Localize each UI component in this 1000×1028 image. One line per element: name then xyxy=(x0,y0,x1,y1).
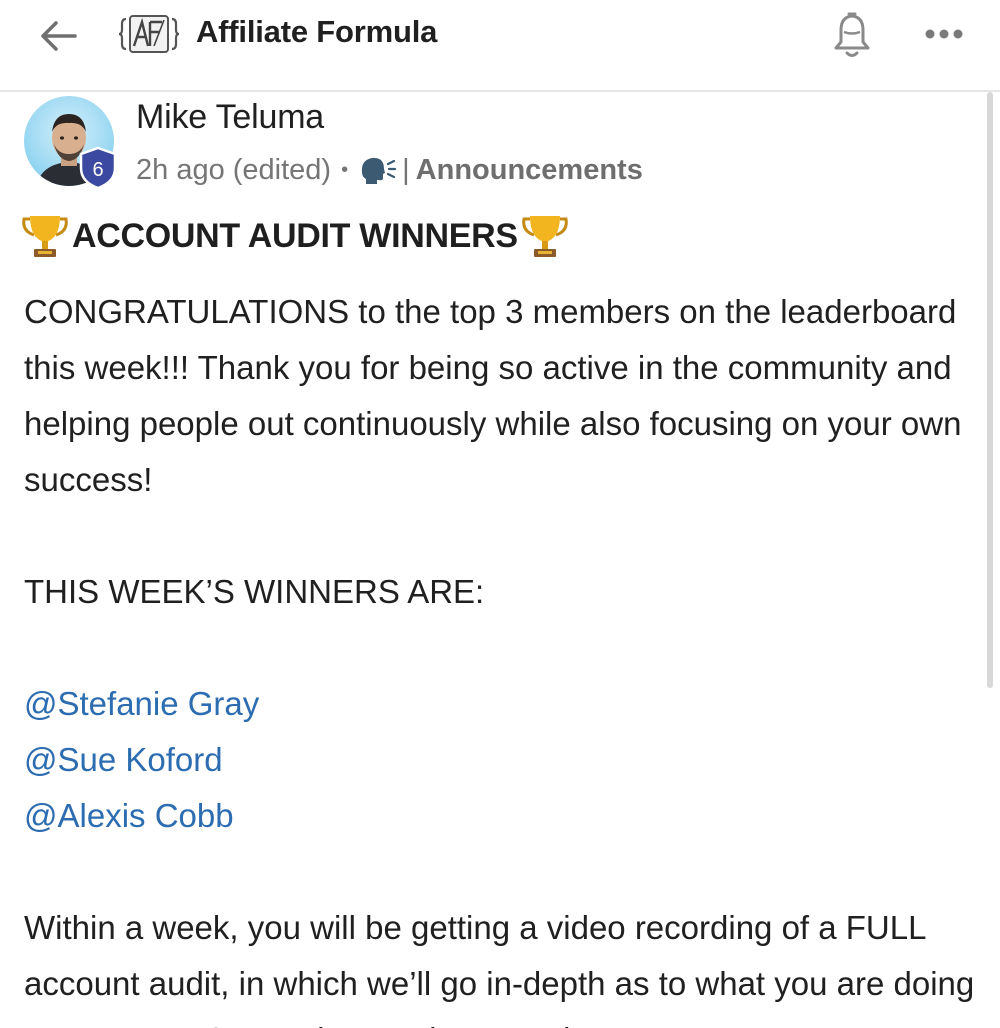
top-app-bar: Affiliate Formula xyxy=(0,0,1000,92)
trophy-icon xyxy=(520,211,570,261)
category-separator: | xyxy=(402,153,410,186)
more-options-button[interactable] xyxy=(916,12,972,56)
level-badge: 6 xyxy=(78,146,118,190)
bell-icon xyxy=(834,12,870,57)
af-logo-icon xyxy=(118,10,180,58)
post-paragraph: THIS WEEK’S WINNERS ARE: xyxy=(24,573,485,610)
mention-link[interactable]: @Stefanie Gray xyxy=(24,676,984,732)
category-link[interactable]: Announcements xyxy=(416,154,643,187)
trophy-icon xyxy=(20,211,70,261)
scrollbar[interactable] xyxy=(987,92,993,688)
post-title: ACCOUNT AUDIT WINNERS xyxy=(20,208,570,264)
post-title-text: ACCOUNT AUDIT WINNERS xyxy=(72,216,518,255)
mention-link[interactable]: @Alexis Cobb xyxy=(24,788,984,844)
group-title: Affiliate Formula xyxy=(196,14,438,49)
post-paragraph: Within a week, you will be getting a vid… xyxy=(24,909,975,1028)
level-number: 6 xyxy=(92,159,103,181)
post-meta: 2h ago (edited) • | Announcements xyxy=(136,150,643,190)
meta-separator-dot: • xyxy=(341,158,349,181)
mention-list: @Stefanie Gray @Sue Koford @Alexis Cobb xyxy=(24,676,984,844)
post-paragraph: CONGRATULATIONS to the top 3 members on … xyxy=(24,293,962,498)
notification-toggle-button[interactable] xyxy=(826,6,878,62)
mention-link[interactable]: @Sue Koford xyxy=(24,732,984,788)
more-horizontal-icon xyxy=(925,29,963,39)
post-time: 2h ago (edited) xyxy=(136,153,332,186)
post-body: CONGRATULATIONS to the top 3 members on … xyxy=(24,284,984,1028)
arrow-left-icon xyxy=(41,21,77,51)
speaking-head-icon xyxy=(358,154,397,186)
back-button[interactable] xyxy=(30,12,86,60)
author-name[interactable]: Mike Teluma xyxy=(136,98,324,137)
post-screen: Affiliate Formula 6 Mike Teluma 2h ago (… xyxy=(0,0,1000,1028)
author-avatar[interactable]: 6 xyxy=(24,96,120,192)
